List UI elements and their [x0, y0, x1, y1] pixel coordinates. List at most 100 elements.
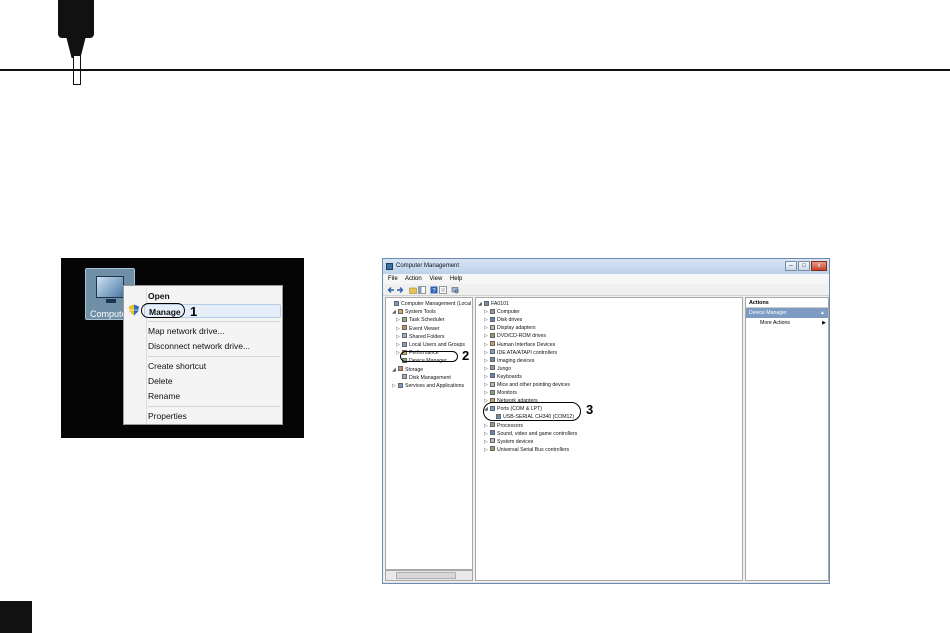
actions-pane: Actions Device Manager ▲ More Actions ▶ [745, 297, 829, 581]
device-category-icon [484, 300, 489, 306]
tree-item[interactable]: ◢ FA0101 [478, 300, 509, 308]
scan-hardware-icon[interactable] [451, 286, 459, 294]
tree-item[interactable]: ▷ Disk drives [484, 316, 522, 324]
toolbar: ? [383, 284, 829, 296]
callout-number-2: 2 [462, 348, 470, 363]
device-category-icon [402, 341, 407, 347]
device-category-icon [490, 446, 495, 452]
more-actions-item[interactable]: More Actions ▶ [760, 318, 826, 328]
device-category-icon [490, 357, 495, 363]
menu-item-disconnect-network-drive[interactable]: Disconnect network drive... [147, 339, 282, 353]
device-category-icon [490, 365, 495, 371]
show-hide-tree-icon[interactable] [418, 286, 426, 294]
monitor-icon [96, 276, 124, 298]
submenu-arrow-icon: ▶ [822, 320, 826, 326]
tree-item-label: Task Scheduler [409, 317, 445, 324]
device-category-icon [490, 341, 495, 346]
up-folder-icon[interactable] [409, 286, 417, 294]
device-category-icon [490, 349, 495, 355]
tree-item-label: IDE ATA/ATAPI controllers [497, 349, 558, 356]
tree-item[interactable]: ▷ Sound, video and game controllers [484, 430, 577, 438]
window-title-bar: Computer Management – □ x [383, 259, 829, 274]
tree-item-label: Display adapters [497, 325, 536, 332]
device-category-icon [402, 333, 407, 339]
tree-item[interactable]: ▷ DVD/CD-ROM drives [484, 332, 546, 340]
menu-separator [148, 356, 280, 357]
menu-view[interactable]: View [429, 276, 442, 282]
tree-item-label: Imaging devices [497, 357, 535, 364]
tree-item[interactable]: ▷ Imaging devices [484, 357, 535, 365]
tree-item-label: Local Users and Groups [409, 342, 465, 348]
close-button[interactable]: x [811, 261, 827, 271]
forward-arrow-icon[interactable] [396, 286, 404, 294]
tree-item[interactable]: ▷ IDE ATA/ATAPI controllers [484, 349, 557, 357]
menu-item-open[interactable]: Open [147, 289, 282, 303]
menu-separator [148, 406, 280, 407]
tree-item[interactable]: ▷ Display adapters [484, 324, 536, 332]
tree-item[interactable]: ▷ Processors [484, 422, 523, 430]
maximize-button[interactable]: □ [798, 261, 810, 271]
tree-item-label: Storage [405, 366, 424, 373]
tree-item[interactable]: ▷ Monitors [484, 389, 517, 397]
device-category-icon [490, 316, 495, 322]
tree-item-label: Processors [497, 422, 523, 429]
tree-item[interactable]: ▷ Event Viewer [396, 325, 439, 333]
device-category-icon [490, 422, 495, 427]
tree-item[interactable]: ▷ Computer [484, 308, 520, 316]
tree-item[interactable]: Disk Management [396, 374, 451, 382]
help-icon[interactable]: ? [430, 286, 438, 294]
tree-item[interactable]: ◢ Storage [392, 366, 423, 374]
tree-item[interactable]: Computer Management (Local [388, 300, 471, 308]
device-category-icon [490, 389, 495, 395]
tree-item-label: System devices [497, 438, 534, 445]
menu-help[interactable]: Help [450, 276, 462, 282]
properties-icon[interactable] [439, 286, 447, 294]
tree-item-label: Shared Folders [409, 333, 445, 340]
tree-item-label: Event Viewer [409, 325, 440, 332]
menu-item-properties[interactable]: Properties [147, 409, 282, 423]
device-category-icon [490, 324, 495, 330]
tree-item[interactable]: ▷ Human Interface Devices [484, 341, 555, 349]
scrollbar-thumb[interactable] [396, 572, 456, 579]
menu-file[interactable]: File [388, 276, 398, 282]
device-category-icon [490, 373, 495, 379]
tree-item-label: Universal Serial Bus controllers [497, 446, 570, 453]
callout-number-3: 3 [586, 402, 594, 417]
tree-item[interactable]: ▷ Jungo [484, 365, 511, 373]
actions-header: Actions [746, 298, 828, 308]
device-category-icon [398, 366, 403, 372]
menu-action[interactable]: Action [405, 276, 422, 282]
status-bar [383, 582, 829, 583]
horizontal-scrollbar[interactable] [385, 570, 473, 581]
back-arrow-icon[interactable] [387, 286, 395, 294]
uac-shield-icon [129, 304, 139, 316]
tree-item[interactable]: ◢ System Tools [392, 308, 436, 316]
tree-item[interactable]: ▷ Keyboards [484, 373, 522, 381]
device-category-icon [402, 316, 407, 322]
menu-item-map-network-drive[interactable]: Map network drive... [147, 324, 282, 338]
tree-item[interactable]: ▷ Task Scheduler [396, 316, 444, 324]
device-category-icon [402, 374, 407, 380]
header-rule [0, 69, 950, 71]
actions-device-manager[interactable]: Device Manager ▲ [746, 308, 828, 318]
tree-item-label: Human Interface Devices [497, 341, 556, 348]
tree-item[interactable]: ▷ Local Users and Groups [396, 341, 465, 349]
computer-management-window: Computer Management – □ x File Action Vi… [382, 258, 830, 584]
tree-item-label: FA0101 [491, 301, 509, 307]
tree-item-label: Disk drives [497, 317, 523, 324]
device-category-icon [394, 300, 399, 306]
computer-management-app-icon [386, 263, 393, 270]
device-category-icon [402, 325, 407, 331]
tree-item[interactable]: ▷ Shared Folders [396, 333, 444, 341]
device-category-icon [490, 438, 495, 444]
device-category-icon [490, 381, 495, 387]
tree-item[interactable]: ▷ Mice and other pointing devices [484, 381, 570, 389]
tree-item[interactable]: ▷ Universal Serial Bus controllers [484, 446, 569, 454]
tree-item-label: Monitors [497, 390, 517, 397]
menu-item-rename[interactable]: Rename [147, 389, 282, 403]
menu-item-create-shortcut[interactable]: Create shortcut [147, 359, 282, 373]
tree-item[interactable]: ▷ System devices [484, 438, 533, 446]
minimize-button[interactable]: – [785, 261, 797, 271]
menu-item-delete[interactable]: Delete [147, 374, 282, 388]
tree-item[interactable]: ▷ Services and Applications [392, 382, 464, 390]
